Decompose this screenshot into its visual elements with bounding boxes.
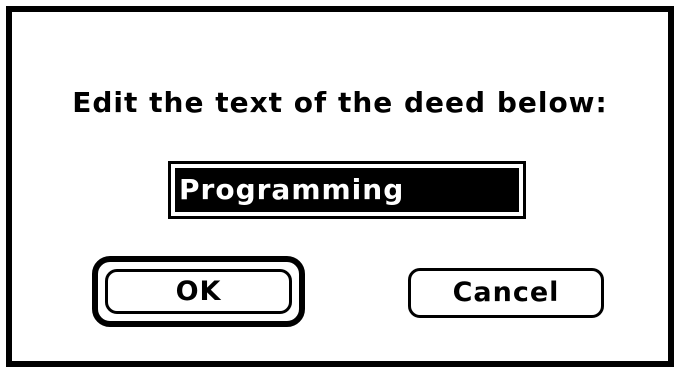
default-button-ring: OK: [92, 256, 305, 327]
deed-text-field[interactable]: Programming: [168, 161, 526, 219]
ok-button[interactable]: OK: [105, 269, 292, 314]
cancel-button[interactable]: Cancel: [408, 268, 604, 318]
dialog-prompt: Edit the text of the deed below:: [72, 86, 608, 119]
edit-deed-dialog: Edit the text of the deed below: Program…: [6, 6, 674, 367]
deed-text-selected-value[interactable]: Programming: [175, 168, 519, 212]
